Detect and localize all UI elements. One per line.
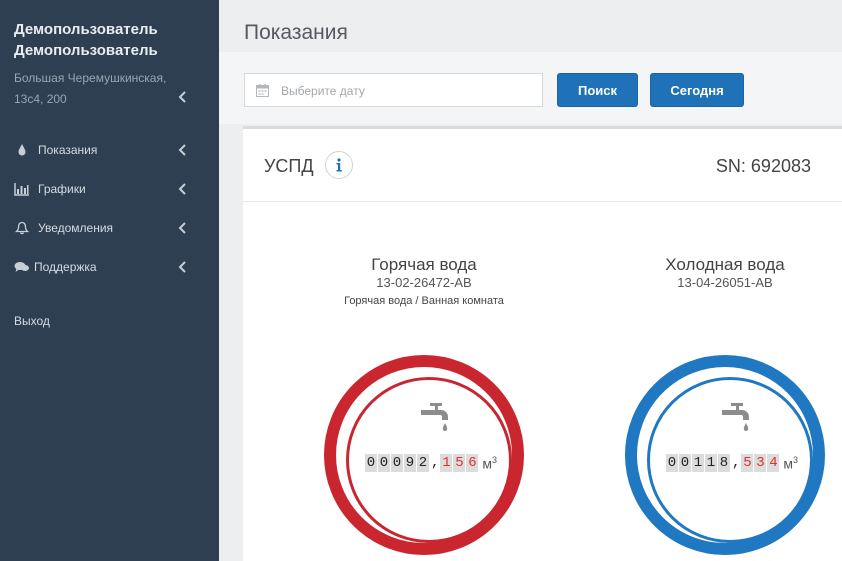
meter-reading: 0 0 0 9 2, 1 5 6 м3 — [365, 454, 497, 480]
meter-dial-cold: 0 0 1 1 8, 5 3 4 м3 — [625, 355, 825, 555]
meter-serial: 13-04-26051-AB — [677, 275, 773, 290]
unit-symbol: м — [482, 455, 493, 472]
meter-serial: 13-02-26472-AB — [376, 275, 472, 290]
reading-digit: 0 — [679, 454, 691, 472]
water-tap-icon — [421, 403, 448, 431]
device-card-header: УСПД SN: 692083 — [243, 129, 842, 202]
sidebar: Демопользователь Демопользователь Больша… — [0, 0, 219, 561]
reading-digit: 0 — [391, 454, 403, 472]
date-picker[interactable] — [244, 73, 543, 108]
reading-decimal-digit: 4 — [767, 454, 780, 472]
meter-dial-inner: 0 0 1 1 8, 5 3 4 м3 — [647, 377, 813, 543]
device-card: УСПД SN: 692083 Горячая вода 13-02-26472-… — [243, 126, 842, 561]
reading-digit: 2 — [417, 454, 429, 472]
device-name: УСПД — [264, 156, 314, 176]
unit-power: 3 — [793, 454, 799, 465]
user-address[interactable]: Большая Черемушкинская, 13с4, 200 — [14, 68, 189, 110]
meter-hot-water: Горячая вода 13-02-26472-AB Горячая вода… — [294, 255, 554, 309]
sn-label: SN: — [715, 156, 746, 176]
page-title: Показания — [244, 21, 348, 44]
meter-location: Горячая вода / Ванная комната — [344, 295, 504, 307]
decimal-separator: , — [732, 455, 741, 471]
drop-icon — [18, 144, 26, 156]
meter-title: Горячая вода — [371, 255, 477, 274]
reading-decimal-digit: 1 — [440, 454, 453, 472]
reading-decimal-digit: 6 — [466, 454, 479, 472]
sidebar-item-label: Графики — [38, 182, 86, 196]
sidebar-item-charts[interactable]: Графики — [0, 176, 219, 202]
user-first-name: Демопользователь — [14, 21, 158, 38]
unit-symbol: м — [783, 455, 794, 472]
chevron-left-icon — [178, 144, 186, 156]
reading-unit: м3 — [783, 455, 798, 472]
chevron-left-icon[interactable] — [178, 91, 187, 103]
bar-chart-icon — [14, 183, 29, 196]
chevron-left-icon — [178, 261, 186, 273]
reading-digit: 0 — [666, 454, 678, 472]
meter-dial-hot: 0 0 0 9 2, 1 5 6 м3 — [324, 355, 524, 555]
today-button[interactable]: Сегодня — [650, 73, 744, 107]
reading-decimal-digit: 5 — [453, 454, 466, 472]
sidebar-item-label: Уведомления — [38, 221, 114, 235]
reading-digit: 1 — [705, 454, 717, 472]
meter-reading: 0 0 1 1 8, 5 3 4 м3 — [666, 454, 798, 480]
water-tap-icon — [722, 403, 749, 431]
info-icon — [336, 158, 342, 172]
reading-decimal-digit: 5 — [741, 454, 754, 472]
calendar-icon — [256, 84, 269, 97]
reading-digit: 9 — [404, 454, 416, 472]
meter-dial-inner: 0 0 0 9 2, 1 5 6 м3 — [346, 377, 512, 543]
user-last-name: Демопользователь — [14, 42, 158, 59]
reading-digit: 1 — [692, 454, 704, 472]
date-input[interactable] — [279, 74, 538, 108]
reading-unit: м3 — [482, 455, 497, 472]
chat-icon — [14, 262, 29, 272]
unit-power: 3 — [492, 454, 498, 465]
reading-decimal-digit: 3 — [754, 454, 767, 472]
reading-digit: 8 — [718, 454, 730, 472]
sidebar-item-label: Показания — [38, 143, 98, 157]
logout-link[interactable]: Выход — [14, 314, 50, 328]
search-button[interactable]: Поиск — [557, 73, 638, 107]
sidebar-item-notifications[interactable]: Уведомления — [0, 215, 219, 241]
meter-cold-water: Холодная вода 13-04-26051-AB — [595, 255, 842, 291]
user-name: Демопользователь Демопользователь — [14, 19, 204, 61]
sidebar-item-label: Поддержка — [34, 260, 97, 274]
sn-value: 692083 — [750, 156, 811, 176]
sidebar-item-readings[interactable]: Показания — [0, 137, 219, 163]
reading-digit: 0 — [365, 454, 377, 472]
chevron-left-icon — [178, 222, 186, 234]
device-serial-number: SN: 692083 — [716, 156, 811, 177]
info-button[interactable] — [325, 151, 353, 179]
decimal-separator: , — [431, 455, 440, 471]
reading-digit: 0 — [378, 454, 390, 472]
chevron-left-icon — [178, 183, 186, 195]
bell-icon — [14, 221, 30, 235]
meter-title: Холодная вода — [665, 255, 785, 274]
sidebar-item-support[interactable]: Поддержка — [0, 254, 219, 280]
